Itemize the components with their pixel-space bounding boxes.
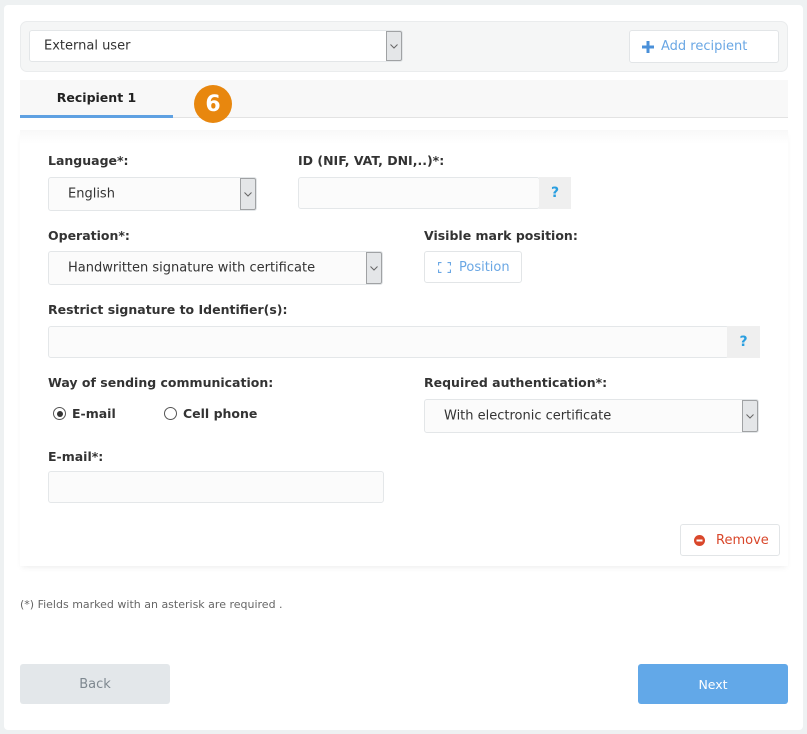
tab-recipient-1[interactable]: Recipient 1 (20, 80, 173, 118)
authentication-label: Required authentication*: (424, 375, 608, 390)
recipient-tabs: Recipient 1 (20, 80, 788, 118)
position-button[interactable]: Position (424, 251, 522, 283)
recipient-type-select[interactable]: External user (29, 30, 403, 62)
remove-button[interactable]: Remove (680, 524, 780, 556)
operation-value: Handwritten signature with certificate (68, 260, 316, 276)
minus-circle-icon (694, 534, 705, 546)
operation-label: Operation*: (48, 228, 130, 243)
radio-cell-phone[interactable]: Cell phone (164, 406, 257, 421)
id-input[interactable] (298, 177, 540, 209)
radio-email[interactable]: E-mail (53, 406, 116, 421)
radio-cell-phone-label: Cell phone (183, 406, 258, 421)
language-label: Language*: (48, 153, 129, 168)
add-recipient-label: Add recipient (661, 39, 748, 54)
email-label: E-mail*: (48, 449, 104, 464)
chevron-down-icon[interactable] (366, 252, 382, 284)
chevron-down-icon[interactable] (742, 400, 758, 432)
language-select[interactable]: English (48, 177, 257, 211)
next-button[interactable]: Next (638, 664, 788, 704)
authentication-select[interactable]: With electronic certificate (424, 399, 759, 433)
authentication-value: With electronic certificate (444, 408, 612, 424)
id-label: ID (NIF, VAT, DNI,..)*: (298, 153, 445, 168)
restrict-help-button[interactable]: ? (727, 326, 760, 358)
chevron-down-icon[interactable] (386, 31, 402, 61)
chevron-down-icon[interactable] (240, 178, 256, 210)
back-button[interactable]: Back (20, 664, 170, 704)
add-recipient-button[interactable]: Add recipient (629, 30, 779, 63)
frame-corners-icon (438, 261, 451, 273)
visible-mark-label: Visible mark position: (424, 228, 578, 243)
radio-checked-icon[interactable] (53, 407, 66, 420)
step-badge: 6 (194, 85, 232, 123)
remove-label: Remove (716, 532, 769, 548)
restrict-label: Restrict signature to Identifier(s): (48, 302, 288, 317)
operation-select[interactable]: Handwritten signature with certificate (48, 251, 383, 285)
position-label: Position (459, 259, 510, 275)
id-help-button[interactable]: ? (539, 177, 571, 209)
language-value: English (68, 186, 115, 202)
restrict-input[interactable] (48, 326, 729, 358)
communication-label: Way of sending communication: (48, 375, 274, 390)
radio-unchecked-icon[interactable] (164, 407, 177, 420)
plus-icon (642, 40, 654, 53)
radio-email-label: E-mail (72, 406, 116, 421)
email-input[interactable] (48, 471, 384, 503)
recipient-type-value: External user (44, 38, 131, 54)
required-note: (*) Fields marked with an asterisk are r… (20, 598, 283, 611)
